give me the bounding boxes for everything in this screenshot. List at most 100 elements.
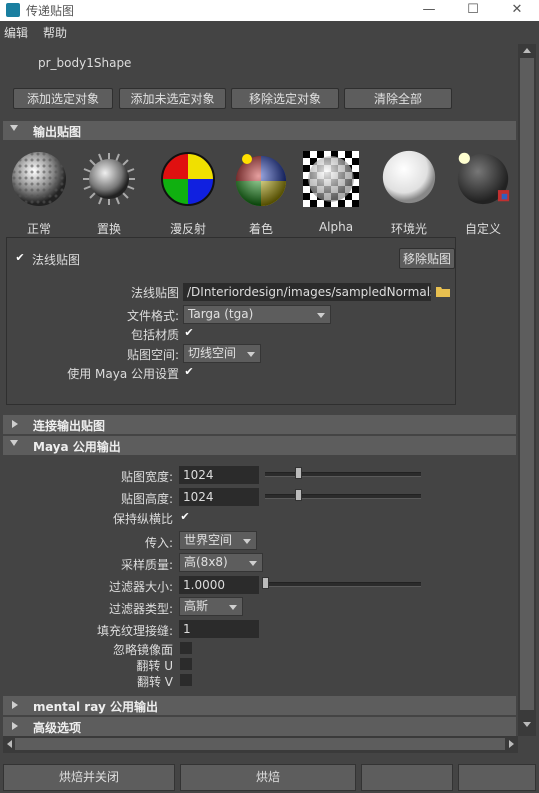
section-mental-ray[interactable]: mental ray 公用输出 xyxy=(3,696,516,715)
alpha-map-icon[interactable] xyxy=(303,151,359,207)
normal-map-path-label: 法线贴图 xyxy=(130,286,179,300)
filter-type-label: 过滤器类型: xyxy=(108,602,173,616)
minimize-button[interactable]: — xyxy=(412,0,446,21)
map-width-slider[interactable] xyxy=(265,472,421,477)
transfer-in-label: 传入: xyxy=(144,536,173,550)
include-material-label: 包括材质 xyxy=(130,328,179,342)
window-title: 传递贴图 xyxy=(26,4,75,18)
scroll-up-icon[interactable] xyxy=(523,48,531,53)
folder-icon[interactable] xyxy=(435,284,451,298)
scroll-thumb[interactable] xyxy=(520,58,534,710)
collapse-arrow-icon xyxy=(12,701,18,709)
section-output-maps[interactable]: 输出贴图 xyxy=(3,121,516,140)
clear-all-button[interactable]: 清除全部 xyxy=(344,88,452,109)
menu-help[interactable]: 帮助 xyxy=(43,24,67,41)
keep-aspect-checkbox[interactable]: ✔ xyxy=(179,511,191,523)
map-type-label: 置换 xyxy=(96,222,121,236)
maximize-button[interactable]: ☐ xyxy=(456,0,490,21)
filter-type-value: 高斯 xyxy=(184,599,209,613)
displacement-map-icon[interactable] xyxy=(81,151,137,207)
collapse-arrow-icon xyxy=(12,420,18,428)
fill-seam-field[interactable]: 1 xyxy=(179,620,259,638)
flip-v-checkbox[interactable] xyxy=(180,674,192,686)
section-connect-output-maps[interactable]: 连接输出贴图 xyxy=(3,415,516,434)
flip-u-checkbox[interactable] xyxy=(180,658,192,670)
normal-map-header: 法线贴图 xyxy=(32,253,81,267)
footer-button-3[interactable] xyxy=(361,764,453,791)
normal-map-checkbox[interactable]: ✔ xyxy=(14,252,26,264)
remove-selected-button[interactable]: 移除选定对象 xyxy=(231,88,339,109)
filter-size-slider-handle[interactable] xyxy=(262,577,269,589)
use-common-settings-checkbox[interactable]: ✔ xyxy=(183,366,195,378)
map-height-label: 贴图高度: xyxy=(120,492,173,506)
title-bar: 传递贴图 — ☐ ✕ xyxy=(0,0,539,21)
section-label: 输出贴图 xyxy=(33,125,82,139)
transfer-maps-panel: pr_body1Shape 添加选定对象 添加未选定对象 移除选定对象 清除全部… xyxy=(3,44,516,736)
section-advanced[interactable]: 高级选项 xyxy=(3,717,516,736)
bake-and-close-button[interactable]: 烘焙并关闭 xyxy=(3,764,175,791)
scroll-left-icon[interactable] xyxy=(7,740,12,748)
map-space-label: 贴图空间: xyxy=(126,348,179,362)
normal-map-path-field[interactable]: /DInteriordesign/images/sampledNormals.t… xyxy=(183,283,431,301)
map-width-label: 贴图宽度: xyxy=(120,470,173,484)
map-type-label: 自定义 xyxy=(464,222,501,236)
ambient-occlusion-icon[interactable] xyxy=(381,149,437,205)
ignore-mirror-label: 忽略镜像面 xyxy=(112,643,173,657)
collapse-arrow-icon xyxy=(12,722,18,730)
filter-size-field[interactable]: 1.0000 xyxy=(179,576,259,594)
use-common-settings-label: 使用 Maya 公用设置 xyxy=(67,367,179,381)
close-button[interactable]: ✕ xyxy=(500,0,534,21)
map-type-label: 漫反射 xyxy=(169,222,206,236)
vertical-scrollbar[interactable] xyxy=(518,44,536,736)
menu-bar: 编辑 帮助 xyxy=(0,21,539,42)
file-format-dropdown[interactable]: Targa (tga) xyxy=(183,305,331,324)
map-height-slider[interactable] xyxy=(265,494,421,499)
flip-u-label: 翻转 U xyxy=(136,659,173,673)
menu-edit[interactable]: 编辑 xyxy=(4,24,28,41)
file-format-label: 文件格式: xyxy=(126,309,179,323)
add-unselected-button[interactable]: 添加未选定对象 xyxy=(119,88,226,109)
include-material-checkbox[interactable]: ✔ xyxy=(183,327,195,339)
remove-map-button[interactable]: 移除贴图 xyxy=(399,248,455,269)
filter-size-slider[interactable] xyxy=(265,582,421,587)
diffuse-map-icon[interactable] xyxy=(160,151,216,207)
ignore-mirror-checkbox[interactable] xyxy=(180,642,192,654)
add-selected-button[interactable]: 添加选定对象 xyxy=(13,88,113,109)
section-label: 高级选项 xyxy=(33,721,82,735)
chevron-down-icon xyxy=(229,605,237,610)
transfer-in-value: 世界空间 xyxy=(184,533,233,547)
sampling-quality-label: 采样质量: xyxy=(120,558,173,572)
horizontal-scrollbar[interactable] xyxy=(3,736,518,753)
sampling-quality-value: 高(8x8) xyxy=(184,555,228,569)
scroll-down-icon[interactable] xyxy=(523,722,531,727)
map-height-slider-handle[interactable] xyxy=(294,489,302,501)
filter-type-dropdown[interactable]: 高斯 xyxy=(179,597,243,616)
bake-button[interactable]: 烘焙 xyxy=(180,764,356,791)
section-maya-common-output[interactable]: Maya 公用输出 xyxy=(3,436,516,455)
map-height-field[interactable]: 1024 xyxy=(179,488,259,506)
map-width-field[interactable]: 1024 xyxy=(179,466,259,484)
footer-button-4[interactable] xyxy=(458,764,536,791)
map-type-label: 正常 xyxy=(26,222,51,236)
expand-arrow-icon xyxy=(10,125,18,131)
section-label: 连接输出贴图 xyxy=(33,419,106,433)
app-icon xyxy=(6,3,20,17)
map-type-label: Alpha xyxy=(318,220,354,234)
transfer-in-dropdown[interactable]: 世界空间 xyxy=(179,531,257,550)
map-space-dropdown[interactable]: 切线空间 xyxy=(183,344,261,363)
shading-map-icon[interactable] xyxy=(233,151,289,207)
chevron-down-icon xyxy=(317,313,325,318)
normal-map-frame: ✔ 法线贴图 移除贴图 法线贴图 /DInteriordesign/images… xyxy=(6,237,456,405)
section-label: mental ray 公用输出 xyxy=(33,700,158,714)
scroll-thumb-horizontal[interactable] xyxy=(15,738,505,750)
map-width-slider-handle[interactable] xyxy=(294,467,302,479)
flip-v-label: 翻转 V xyxy=(136,675,173,689)
custom-map-icon[interactable] xyxy=(455,149,511,205)
file-format-value: Targa (tga) xyxy=(188,307,254,321)
sampling-quality-dropdown[interactable]: 高(8x8) xyxy=(179,553,263,572)
chevron-down-icon xyxy=(247,352,255,357)
scroll-right-icon[interactable] xyxy=(509,740,514,748)
map-type-label: 环境光 xyxy=(390,222,427,236)
chevron-down-icon xyxy=(249,561,257,566)
normal-map-icon[interactable] xyxy=(11,151,67,207)
